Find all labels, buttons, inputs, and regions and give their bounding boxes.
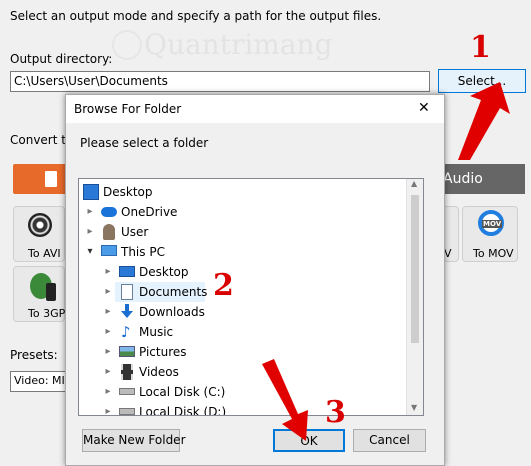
arrow-1-icon: [458, 82, 510, 160]
arrow-3-icon: [262, 359, 308, 441]
annotation-arrows: [262, 82, 510, 441]
